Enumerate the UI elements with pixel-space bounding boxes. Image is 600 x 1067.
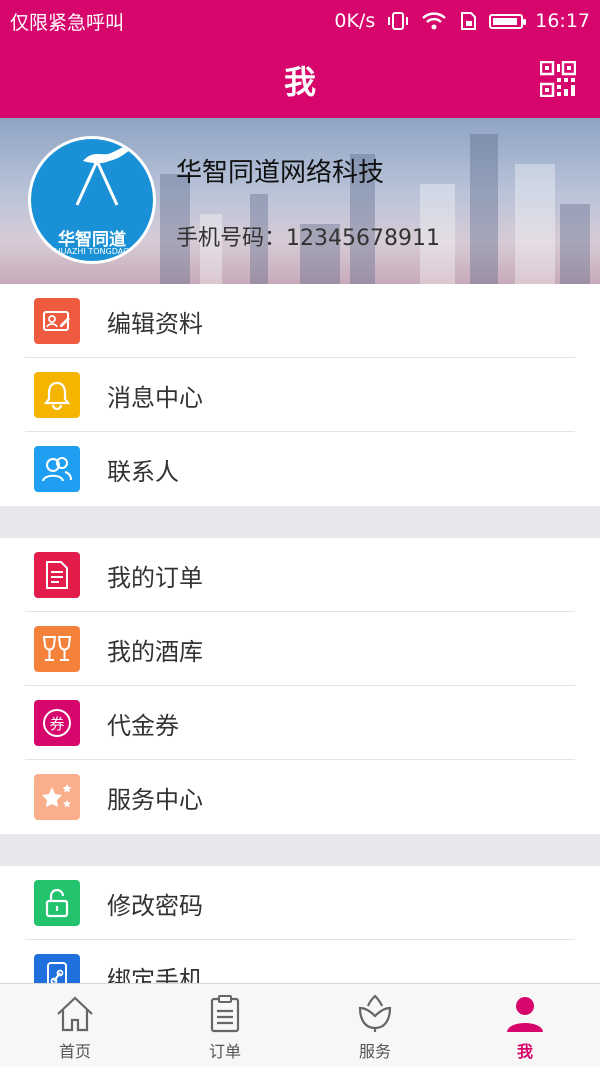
phone-link-icon [34,954,80,983]
profile-header[interactable]: 华智同道 HUAZHI TONGDAO 华智同道网络科技 手机号码：123456… [0,118,600,284]
menu-item-label: 代金券 [107,711,179,740]
flower-icon [358,994,392,1032]
menu-item-service-center[interactable]: 服务中心 [0,760,600,834]
menu-item-message-center[interactable]: 消息中心 [0,358,600,432]
status-bar: 仅限紧急呼叫 0K/s 16:17 [0,0,600,42]
unlock-icon [34,880,80,926]
menu-item-label: 绑定手机 [107,965,203,984]
menu-group-security: 修改密码 绑定手机 [0,866,600,983]
menu-item-change-password[interactable]: 修改密码 [0,866,600,940]
company-name: 华智同道网络科技 [176,158,385,188]
profile-card-icon [34,298,80,344]
menu-item-bind-phone[interactable]: 绑定手机 [0,940,600,983]
tab-label: 首页 [58,1042,91,1061]
tab-home[interactable]: 首页 [0,984,150,1067]
skyline-building [560,204,590,284]
menu-item-edit-profile[interactable]: 编辑资料 [0,284,600,358]
battery-icon [489,13,527,29]
bell-icon [34,372,80,418]
clock: 16:17 [535,10,590,32]
tab-label: 服务 [358,1042,391,1061]
skyline-building [470,134,498,284]
tab-service[interactable]: 服务 [300,984,450,1067]
menu-item-label: 联系人 [107,457,179,486]
stars-icon [34,774,80,820]
brand-logo-icon [75,144,135,206]
carrier-text: 仅限紧急呼叫 [10,11,125,34]
sim-icon [461,12,477,30]
menu-item-wine-cellar[interactable]: 我的酒库 [0,612,600,686]
menu-item-my-orders[interactable]: 我的订单 [0,538,600,612]
tab-label: 订单 [208,1042,241,1061]
menu-item-contacts[interactable]: 联系人 [0,432,600,506]
menu-item-label: 服务中心 [107,785,203,814]
menu-group-orders: 我的订单 我的酒库 券 代金券 服务中心 [0,538,600,834]
tab-me[interactable]: 我 [450,984,600,1067]
menu-item-label: 我的订单 [107,563,203,592]
avatar[interactable]: 华智同道 HUAZHI TONGDAO [28,136,156,264]
home-icon [57,996,93,1032]
menu-item-label: 编辑资料 [107,309,203,338]
person-icon [507,997,543,1032]
tab-orders[interactable]: 订单 [150,984,300,1067]
menu-item-voucher[interactable]: 券 代金券 [0,686,600,760]
menu-item-label: 修改密码 [107,891,203,920]
avatar-brand-en: HUAZHI TONGDAO [54,247,130,256]
menu-item-label: 我的酒库 [107,637,203,666]
svg-text:券: 券 [49,715,64,733]
order-list-icon [34,552,80,598]
wine-glasses-icon [34,626,80,672]
menu-group-account: 编辑资料 消息中心 联系人 [0,284,600,506]
clipboard-icon [210,995,240,1033]
qr-code-icon[interactable] [540,61,576,97]
bottom-tab-bar: 首页 订单 服务 我 [0,983,600,1067]
voucher-icon: 券 [34,700,80,746]
vibrate-icon [388,12,409,30]
wifi-icon [422,12,447,30]
contacts-icon [34,446,80,492]
menu-item-label: 消息中心 [107,383,203,412]
tab-label: 我 [516,1042,533,1061]
phone-number: 手机号码：12345678911 [176,226,440,251]
page-title: 我 [283,63,316,101]
network-speed: 0K/s [334,10,376,32]
title-bar: 我 [0,42,600,118]
skyline-building [515,164,555,284]
